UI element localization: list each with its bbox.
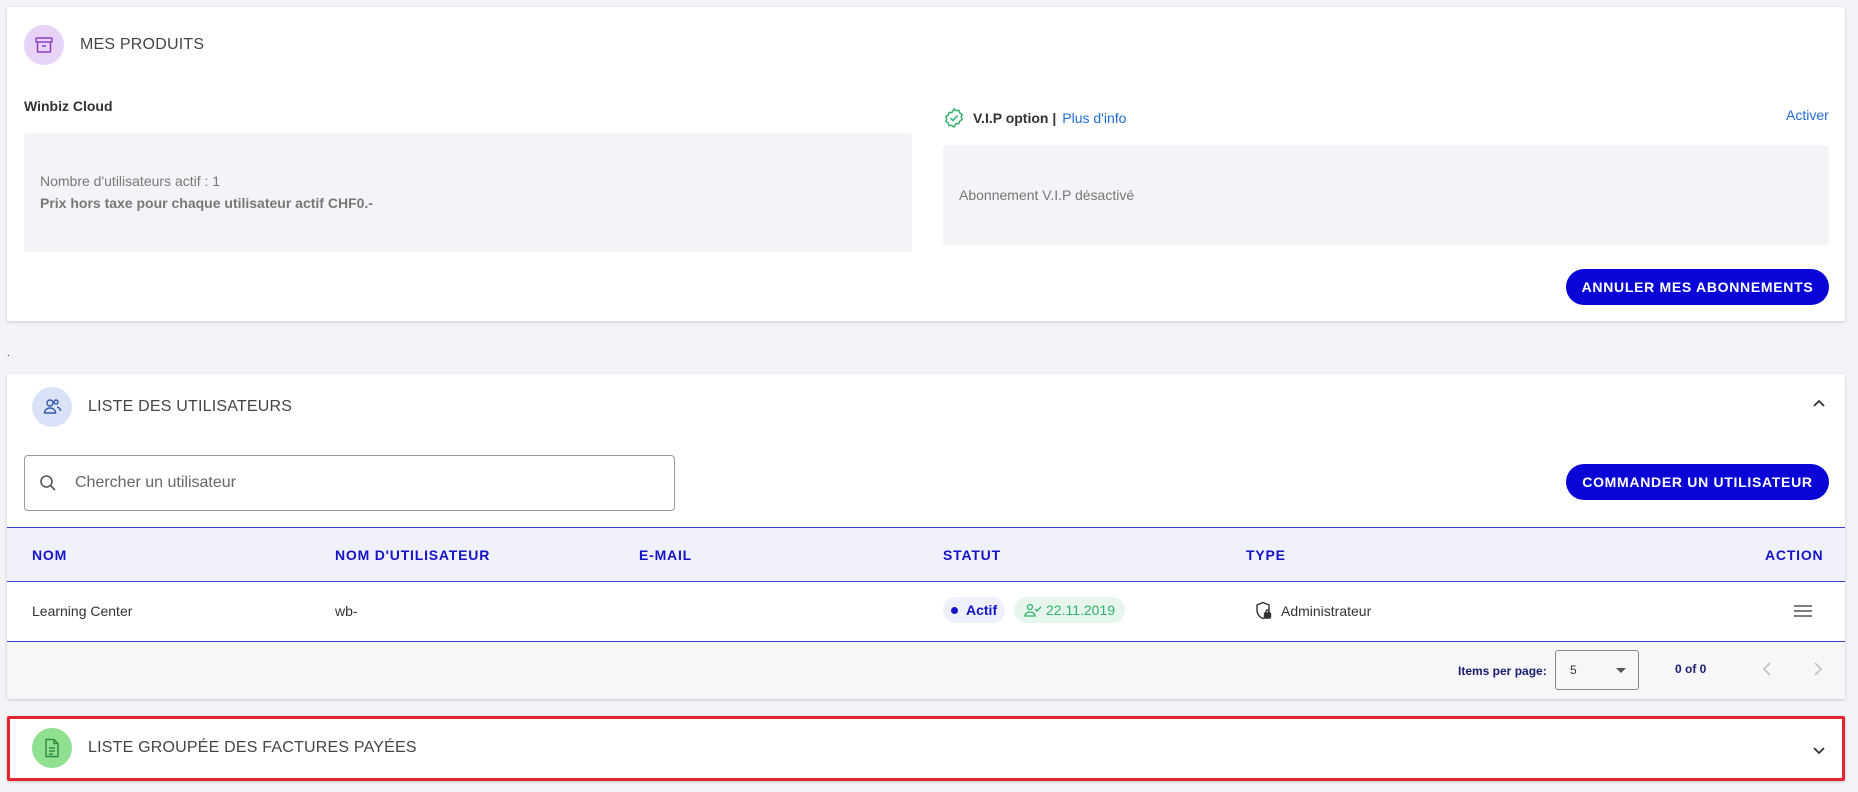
products-card: MES PRODUITS Winbiz Cloud Nombre d'utili…: [7, 7, 1845, 321]
items-per-page-value: 5: [1570, 663, 1577, 677]
invoices-title: LISTE GROUPÉE DES FACTURES PAYÉES: [88, 739, 417, 756]
status-text: Actif: [966, 602, 998, 618]
vip-status-text: Abonnement V.I.P désactivé: [959, 187, 1135, 203]
active-users-count: Nombre d'utilisateurs actif : 1: [40, 173, 221, 189]
type-text: Administrateur: [1281, 603, 1372, 619]
col-type[interactable]: TYPE: [1246, 547, 1286, 563]
prev-page-icon[interactable]: [1761, 661, 1775, 682]
invoices-card[interactable]: LISTE GROUPÉE DES FACTURES PAYÉES: [7, 716, 1845, 781]
products-header: MES PRODUITS: [24, 25, 204, 65]
users-card: LISTE DES UTILISATEURS Chercher un utili…: [7, 374, 1845, 699]
col-username[interactable]: NOM D'UTILISATEUR: [335, 547, 490, 563]
col-nom[interactable]: NOM: [32, 547, 67, 563]
col-statut[interactable]: STATUT: [943, 547, 1001, 563]
users-title: LISTE DES UTILISATEURS: [88, 398, 293, 415]
winbiz-cloud-title: Winbiz Cloud: [24, 98, 113, 114]
invoices-header: LISTE GROUPÉE DES FACTURES PAYÉES: [32, 728, 417, 768]
col-email[interactable]: E-MAIL: [639, 547, 692, 563]
shield-lock-icon: [1255, 601, 1273, 621]
users-icon: [32, 387, 72, 427]
table-footer: Items per page: 5 0 of 0: [7, 642, 1845, 699]
search-user-input[interactable]: Chercher un utilisateur: [24, 455, 675, 511]
document-icon: [32, 728, 72, 768]
separator-dot: .: [7, 348, 10, 359]
caret-down-icon: [1616, 667, 1626, 673]
status-dot: [951, 606, 958, 614]
menu-icon[interactable]: [1794, 604, 1812, 623]
pagination-range: 0 of 0: [1675, 662, 1707, 676]
next-page-icon[interactable]: [1810, 661, 1824, 682]
chevron-down-icon[interactable]: [1812, 744, 1826, 761]
items-per-page-label: Items per page:: [1458, 664, 1547, 678]
price-per-user: Prix hors taxe pour chaque utilisateur a…: [40, 195, 373, 211]
chevron-up-icon[interactable]: [1812, 396, 1826, 413]
vip-option-row: V.I.P option | Plus d'info: [943, 107, 1126, 129]
date-badge: 22.11.2019: [1014, 597, 1126, 623]
table-row[interactable]: Learning Center wb- Actif 22.11.2019 Adm…: [7, 582, 1845, 642]
more-info-link[interactable]: Plus d'info: [1062, 110, 1126, 126]
vip-option-label: V.I.P option |: [973, 110, 1057, 126]
cancel-subscriptions-button[interactable]: ANNULER MES ABONNEMENTS: [1566, 269, 1829, 305]
users-header: LISTE DES UTILISATEURS: [32, 387, 292, 427]
type-cell: Administrateur: [1255, 601, 1371, 621]
status-badge: Actif: [943, 597, 1006, 623]
items-per-page-select[interactable]: 5: [1555, 650, 1639, 690]
cell-name: Learning Center: [32, 603, 133, 619]
cloud-info-box: Nombre d'utilisateurs actif : 1 Prix hor…: [24, 133, 912, 252]
date-text: 22.11.2019: [1046, 602, 1116, 618]
order-user-button[interactable]: COMMANDER UN UTILISATEUR: [1566, 464, 1829, 500]
col-action: ACTION: [1765, 547, 1824, 563]
vip-status-box: Abonnement V.I.P désactivé: [943, 145, 1829, 245]
cell-username: wb-: [335, 603, 358, 619]
table-header: NOM NOM D'UTILISATEUR E-MAIL STATUT TYPE…: [7, 527, 1845, 582]
search-placeholder: Chercher un utilisateur: [75, 474, 236, 491]
products-title: MES PRODUITS: [80, 36, 205, 53]
activate-link[interactable]: Activer: [1786, 107, 1829, 123]
user-check-icon: [1024, 603, 1042, 617]
search-icon: [39, 474, 57, 492]
check-circle-icon: [943, 107, 965, 129]
archive-icon: [24, 25, 64, 65]
